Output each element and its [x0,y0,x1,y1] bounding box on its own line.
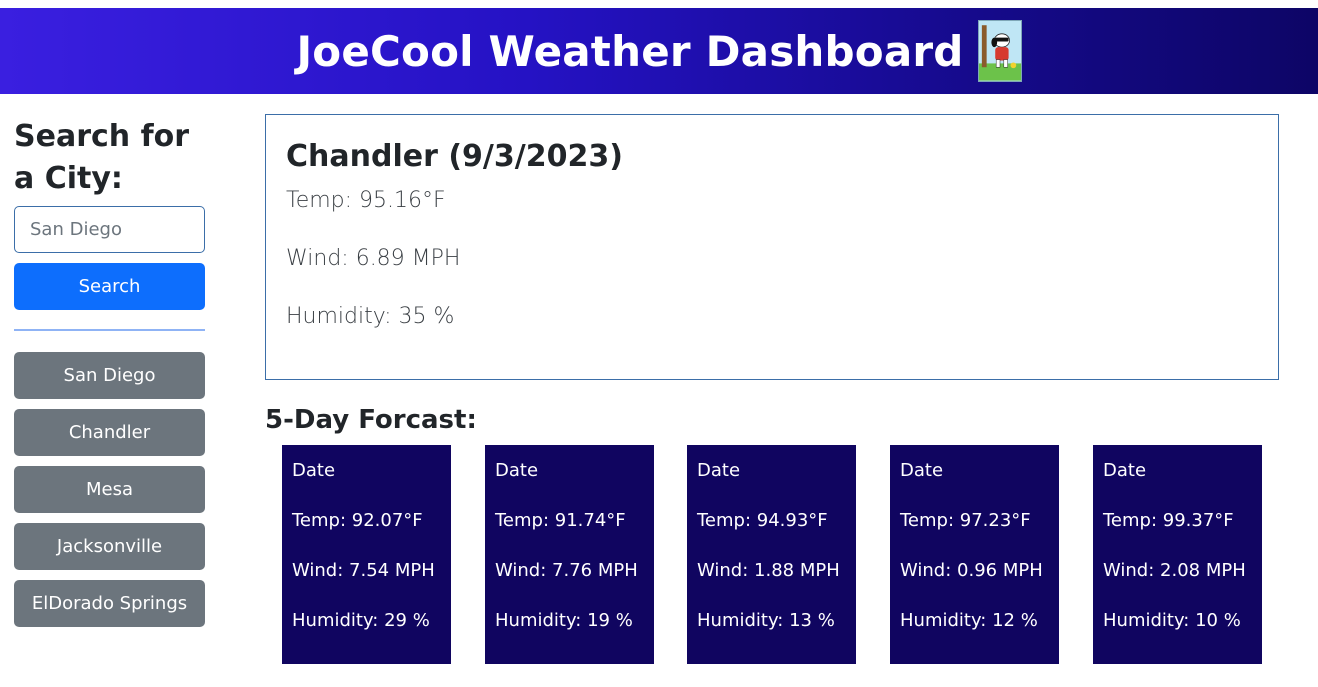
forecast-date: Date [697,460,741,481]
history-button-eldorado-springs[interactable]: ElDorado Springs [14,580,205,627]
forecast-date: Date [292,460,336,481]
city-search-input[interactable] [14,206,205,253]
forecast-wind: Wind: 0.96 MPH [900,560,1043,581]
history-button-san-diego[interactable]: San Diego [14,352,205,399]
forecast-humidity: Humidity: 19 % [495,610,633,631]
current-wind: Wind: 6.89 MPH [286,246,461,271]
history-button-jacksonville[interactable]: Jacksonville [14,523,205,570]
snoopy-joecool-icon [977,20,1022,82]
history-button-mesa[interactable]: Mesa [14,466,205,513]
forecast-wind: Wind: 7.54 MPH [292,560,435,581]
current-weather-card: Chandler (9/3/2023) Temp: 95.16°F Wind: … [265,114,1279,380]
forecast-wind: Wind: 7.76 MPH [495,560,638,581]
forecast-date: Date [495,460,539,481]
current-temp: Temp: 95.16°F [286,188,446,213]
forecast-temp: Temp: 99.37°F [1103,510,1234,531]
history-button-chandler[interactable]: Chandler [14,409,205,456]
forecast-card: Date Temp: 94.93°F Wind: 1.88 MPH Humidi… [687,445,856,664]
app-header: JoeCool Weather Dashboard [0,8,1318,94]
forecast-row: Date Temp: 92.07°F Wind: 7.54 MPH Humidi… [282,445,1262,664]
sidebar-divider [14,329,205,331]
forecast-temp: Temp: 91.74°F [495,510,626,531]
forecast-temp: Temp: 92.07°F [292,510,423,531]
search-button[interactable]: Search [14,263,205,310]
forecast-card: Date Temp: 91.74°F Wind: 7.76 MPH Humidi… [485,445,654,664]
forecast-date: Date [900,460,944,481]
forecast-wind: Wind: 1.88 MPH [697,560,840,581]
current-city-title: Chandler (9/3/2023) [286,139,623,174]
forecast-humidity: Humidity: 13 % [697,610,835,631]
sidebar: Search for a City: Search San Diego Chan… [14,116,205,627]
forecast-card: Date Temp: 97.23°F Wind: 0.96 MPH Humidi… [890,445,1059,664]
forecast-card: Date Temp: 99.37°F Wind: 2.08 MPH Humidi… [1093,445,1262,664]
forecast-wind: Wind: 2.08 MPH [1103,560,1246,581]
forecast-humidity: Humidity: 10 % [1103,610,1241,631]
search-heading: Search for a City: [14,119,190,196]
search-history-list: San Diego Chandler Mesa Jacksonville ElD… [14,352,205,637]
forecast-heading: 5-Day Forcast: [265,405,477,435]
forecast-temp: Temp: 94.93°F [697,510,828,531]
forecast-humidity: Humidity: 12 % [900,610,1038,631]
forecast-humidity: Humidity: 29 % [292,610,430,631]
forecast-date: Date [1103,460,1147,481]
forecast-card: Date Temp: 92.07°F Wind: 7.54 MPH Humidi… [282,445,451,664]
forecast-temp: Temp: 97.23°F [900,510,1031,531]
app-title: JoeCool Weather Dashboard [296,26,964,76]
current-humidity: Humidity: 35 % [286,304,455,329]
